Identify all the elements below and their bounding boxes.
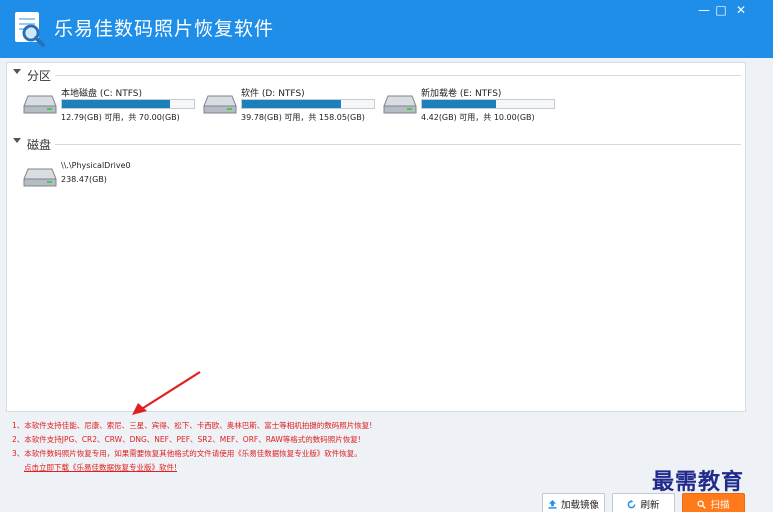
annotation-arrow-icon [132,371,201,415]
usage-bar-fill [62,100,171,108]
app-title: 乐易佳数码照片恢复软件 [54,18,275,40]
notice-line-2: 2、本软件支持JPG、CR2、CRW、DNG、NEF、PEF、SR2、MEF、O… [12,435,361,444]
app-logo-icon [15,12,45,47]
partition-capacity: 12.79(GB) 可用，共 70.00(GB) [61,113,180,122]
partition-name: 软件 (D: NTFS) [241,89,305,99]
refresh-label: 刷新 [640,500,660,511]
search-icon [697,499,707,509]
hard-drive-icon [203,95,237,114]
partition-capacity: 39.78(GB) 可用，共 158.05(GB) [241,113,365,122]
partition-item-e[interactable]: 新加载卷 (E: NTFS) 4.42(GB) 可用，共 10.00(GB) [383,86,563,126]
partition-usage-bar [61,99,195,109]
partition-section-header[interactable]: 分区 [7,66,745,84]
refresh-icon [628,499,636,508]
disk-name: \\.\PhysicalDrive0 [61,161,131,170]
partition-usage-bar [421,99,555,109]
download-pro-link[interactable]: 点击立即下载《乐易佳数据恢复专业版》软件! [24,462,177,473]
hard-drive-icon [383,95,417,114]
usage-bar-fill [242,100,341,108]
partition-name: 本地磁盘 (C: NTFS) [61,89,143,99]
disk-item-physicaldrive0[interactable]: \\.\PhysicalDrive0 238.47(GB) [23,159,163,195]
section-divider [55,75,741,76]
maximize-button[interactable]: □ [713,3,729,17]
partition-item-d[interactable]: 软件 (D: NTFS) 39.78(GB) 可用，共 158.05(GB) [203,86,383,126]
hard-drive-icon [23,168,57,187]
collapse-arrow-icon[interactable] [13,138,21,143]
partition-usage-bar [241,99,375,109]
minimize-button[interactable]: — [696,3,712,17]
collapse-arrow-icon[interactable] [13,69,21,74]
partition-section-title: 分区 [27,69,52,83]
disk-section-title: 磁盘 [27,138,52,152]
upload-icon [548,499,557,509]
title-bar: 乐易佳数码照片恢复软件 — □ ✕ [0,0,773,58]
device-panel: 分区 本地磁盘 (C: NTFS) 12.79(GB) 可用，共 70.00(G… [6,62,746,412]
load-image-button[interactable]: 加载镜像 [542,493,605,512]
usage-bar-fill [422,100,496,108]
partition-name: 新加载卷 (E: NTFS) [421,89,502,99]
notice-line-3: 3、本软件数码照片恢复专用，如果需要恢复其他格式的文件请使用《乐易佳数据恢复专业… [12,449,362,458]
close-button[interactable]: ✕ [733,3,749,17]
partition-item-c[interactable]: 本地磁盘 (C: NTFS) 12.79(GB) 可用，共 70.00(GB) [23,86,203,126]
watermark-text: 最需教育 [652,469,745,495]
hard-drive-icon [23,95,57,114]
disk-section-header[interactable]: 磁盘 [7,135,745,153]
notice-line-1: 1、本软件支持佳能、尼康、索尼、三星、宾得、松下、卡西欧、奥林巴斯、富士等相机拍… [12,421,373,430]
load-image-label: 加载镜像 [560,500,599,511]
partition-capacity: 4.42(GB) 可用，共 10.00(GB) [421,113,535,122]
disk-size: 238.47(GB) [61,175,107,184]
scan-label: 扫描 [710,500,730,511]
section-divider [55,144,741,145]
